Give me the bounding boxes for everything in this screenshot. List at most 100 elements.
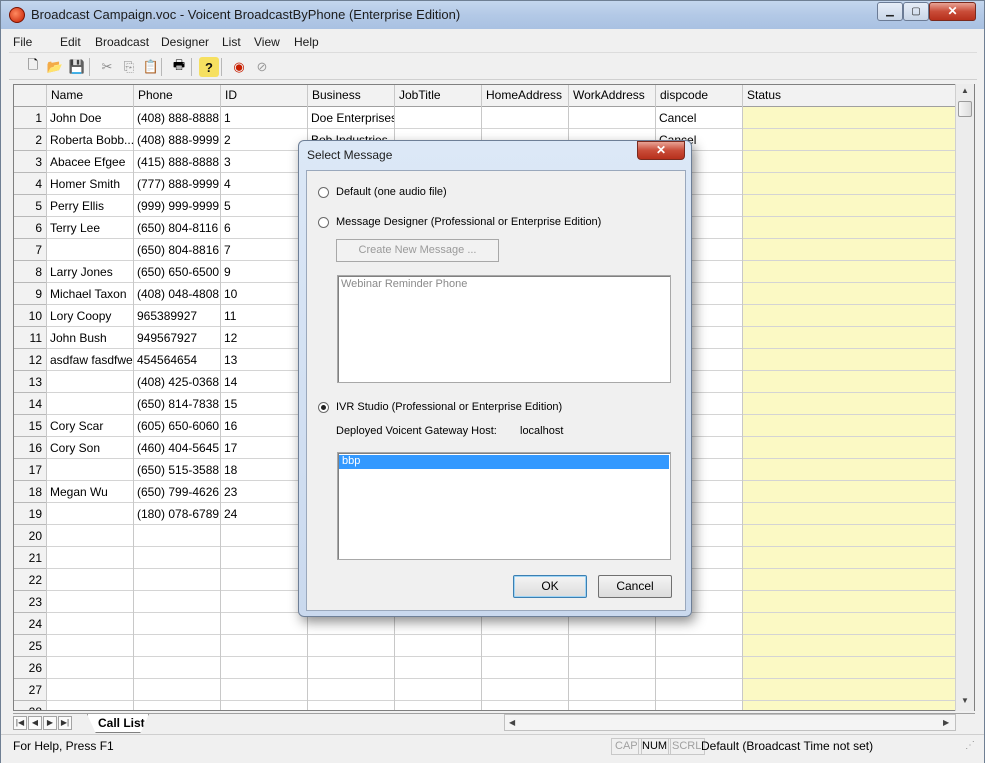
table-cell[interactable]: Terry Lee [47,217,133,239]
help-icon[interactable]: ? [199,57,219,77]
table-cell[interactable] [134,591,220,613]
table-cell[interactable] [743,591,957,613]
table-cell[interactable] [743,107,957,129]
table-cell[interactable]: John Bush [47,327,133,349]
table-cell[interactable] [47,525,133,547]
table-cell[interactable]: (180) 078-6789 [134,503,220,525]
table-cell[interactable] [743,635,957,657]
table-cell[interactable] [47,459,133,481]
minimize-button[interactable]: ▁ [877,2,903,21]
table-cell[interactable] [743,657,957,679]
table-cell[interactable]: 7 [221,239,307,261]
table-cell[interactable] [569,701,655,710]
menu-edit[interactable]: Edit [60,35,81,49]
table-cell[interactable]: (605) 650-6060 [134,415,220,437]
table-cell[interactable]: Michael Taxon [47,283,133,305]
table-cell[interactable] [743,239,957,261]
table-cell[interactable] [134,569,220,591]
horizontal-scrollbar[interactable]: ◀ ▶ [504,714,956,731]
print-icon[interactable]: 🖶 [169,57,189,77]
table-cell[interactable] [134,547,220,569]
table-cell[interactable]: Abacee Efgee [47,151,133,173]
table-cell[interactable] [134,701,220,710]
table-cell[interactable]: 1 [221,107,307,129]
table-cell[interactable] [743,261,957,283]
table-cell[interactable]: (777) 888-9999 [134,173,220,195]
table-cell[interactable] [743,679,957,701]
row-number[interactable]: 5 [14,195,46,217]
tab-call-list[interactable]: Call List [87,714,149,733]
row-number[interactable]: 14 [14,393,46,415]
table-cell[interactable]: 15 [221,393,307,415]
table-cell[interactable] [221,657,307,679]
table-cell[interactable] [47,547,133,569]
table-cell[interactable] [482,679,568,701]
table-cell[interactable] [569,657,655,679]
table-cell[interactable]: (650) 515-3588 [134,459,220,481]
table-cell[interactable] [47,679,133,701]
table-cell[interactable] [743,173,957,195]
table-cell[interactable] [47,657,133,679]
table-cell[interactable] [221,679,307,701]
list-item[interactable]: Webinar Reminder Phone [341,278,467,290]
cancel-button[interactable]: Cancel [598,575,672,598]
open-icon[interactable]: 📂 [45,57,65,77]
table-cell[interactable] [743,415,957,437]
table-cell[interactable]: (460) 404-5645 [134,437,220,459]
table-cell[interactable]: 23 [221,481,307,503]
next-sheet-icon[interactable]: ▶ [43,716,57,730]
table-cell[interactable]: 11 [221,305,307,327]
table-cell[interactable]: (415) 888-8888 [134,151,220,173]
table-cell[interactable] [395,635,481,657]
table-cell[interactable] [221,635,307,657]
table-cell[interactable]: Lory Coopy [47,305,133,327]
table-cell[interactable] [656,701,742,710]
menu-list[interactable]: List [222,35,241,49]
paste-icon[interactable]: 📋 [141,57,161,77]
table-cell[interactable] [47,371,133,393]
table-cell[interactable] [656,657,742,679]
table-cell[interactable] [308,635,394,657]
table-cell[interactable] [47,591,133,613]
table-cell[interactable]: 18 [221,459,307,481]
row-number[interactable]: 15 [14,415,46,437]
table-cell[interactable] [134,613,220,635]
table-cell[interactable]: Cory Son [47,437,133,459]
table-cell[interactable] [743,151,957,173]
row-number[interactable]: 7 [14,239,46,261]
table-cell[interactable]: (408) 888-9999 [134,129,220,151]
row-number[interactable]: 20 [14,525,46,547]
table-cell[interactable]: 4 [221,173,307,195]
table-cell[interactable]: 949567927 [134,327,220,349]
row-number[interactable]: 4 [14,173,46,195]
table-cell[interactable]: (650) 804-8816 [134,239,220,261]
column-header[interactable]: Business [308,85,394,107]
table-cell[interactable] [743,569,957,591]
table-cell[interactable] [743,613,957,635]
column-header[interactable]: dispcode [656,85,742,107]
menu-broadcast[interactable]: Broadcast [95,35,149,49]
table-cell[interactable] [47,239,133,261]
table-cell[interactable]: Cancel [656,107,742,129]
table-cell[interactable] [47,613,133,635]
copy-icon[interactable]: ⎘ [119,57,139,77]
table-cell[interactable] [47,393,133,415]
column-header[interactable]: Name [47,85,133,107]
table-cell[interactable] [395,657,481,679]
row-number[interactable]: 17 [14,459,46,481]
row-number[interactable]: 21 [14,547,46,569]
table-cell[interactable]: Megan Wu [47,481,133,503]
table-cell[interactable] [308,679,394,701]
table-cell[interactable] [47,635,133,657]
table-cell[interactable]: (408) 048-4808 [134,283,220,305]
table-cell[interactable]: 12 [221,327,307,349]
table-cell[interactable]: 965389927 [134,305,220,327]
table-cell[interactable] [395,701,481,710]
row-number[interactable]: 26 [14,657,46,679]
row-number[interactable]: 2 [14,129,46,151]
table-cell[interactable]: 6 [221,217,307,239]
row-number[interactable]: 28 [14,701,46,710]
row-number[interactable]: 16 [14,437,46,459]
stop-broadcast-icon[interactable]: ⊘ [252,57,272,77]
column-header[interactable]: JobTitle [395,85,481,107]
